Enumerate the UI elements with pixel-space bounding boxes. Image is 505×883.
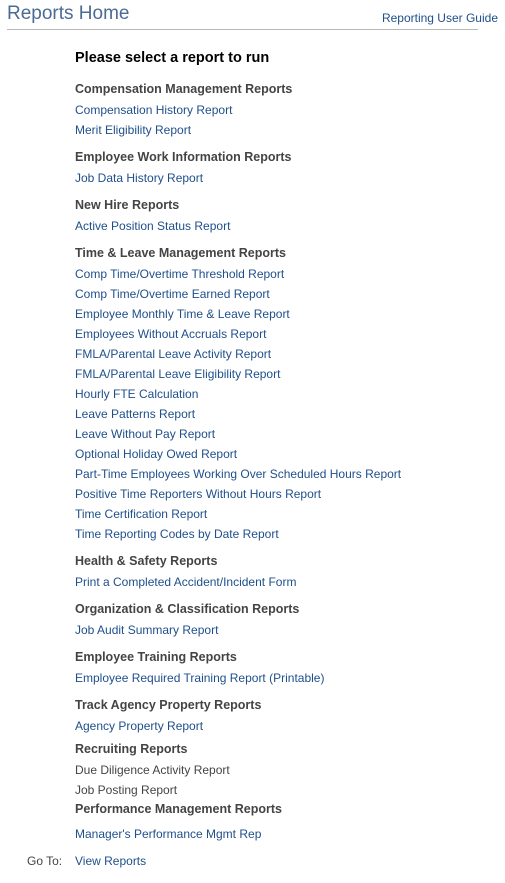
- report-link-job-data-history-report[interactable]: Job Data History Report: [75, 170, 203, 186]
- report-link-comp-time-overtime-earned-report[interactable]: Comp Time/Overtime Earned Report: [75, 286, 270, 302]
- report-link-merit-eligibility-report[interactable]: Merit Eligibility Report: [75, 122, 191, 138]
- report-link-leave-without-pay-report[interactable]: Leave Without Pay Report: [75, 426, 215, 442]
- report-link-positive-time-reporters-without-hours-report[interactable]: Positive Time Reporters Without Hours Re…: [75, 486, 321, 502]
- report-link-print-a-completed-accident-incident-form[interactable]: Print a Completed Accident/Incident Form: [75, 574, 296, 590]
- report-link-part-time-employees-working-over-scheduled-hours-report[interactable]: Part-Time Employees Working Over Schedul…: [75, 466, 401, 482]
- report-link-hourly-fte-calculation[interactable]: Hourly FTE Calculation: [75, 386, 198, 402]
- section-heading-employee-work-information-reports: Employee Work Information Reports: [75, 150, 292, 164]
- section-heading-compensation-management-reports: Compensation Management Reports: [75, 82, 293, 96]
- page-title: Reports Home: [7, 3, 130, 24]
- report-link-time-reporting-codes-by-date-report[interactable]: Time Reporting Codes by Date Report: [75, 526, 279, 542]
- section-heading-time-leave-management-reports: Time & Leave Management Reports: [75, 246, 286, 260]
- report-link-fmla-parental-leave-eligibility-report[interactable]: FMLA/Parental Leave Eligibility Report: [75, 366, 280, 382]
- section-heading-health-safety-reports: Health & Safety Reports: [75, 554, 218, 568]
- title-divider: [7, 29, 478, 30]
- report-link-leave-patterns-report[interactable]: Leave Patterns Report: [75, 406, 195, 422]
- section-heading-recruiting-reports: Recruiting Reports: [75, 742, 188, 756]
- section-heading-organization-classification-reports: Organization & Classification Reports: [75, 602, 300, 616]
- select-report-prompt: Please select a report to run: [75, 50, 270, 66]
- report-link-active-position-status-report[interactable]: Active Position Status Report: [75, 218, 230, 234]
- view-reports-link[interactable]: View Reports: [75, 853, 146, 869]
- report-link-agency-property-report[interactable]: Agency Property Report: [75, 718, 203, 734]
- report-link-employees-without-accruals-report[interactable]: Employees Without Accruals Report: [75, 326, 266, 342]
- report-link-comp-time-overtime-threshold-report[interactable]: Comp Time/Overtime Threshold Report: [75, 266, 284, 282]
- section-heading-new-hire-reports: New Hire Reports: [75, 198, 180, 212]
- report-link-compensation-history-report[interactable]: Compensation History Report: [75, 102, 232, 118]
- section-heading-performance-management-reports: Performance Management Reports: [75, 802, 283, 816]
- report-link-optional-holiday-owed-report[interactable]: Optional Holiday Owed Report: [75, 446, 237, 462]
- section-heading-employee-training-reports: Employee Training Reports: [75, 650, 237, 664]
- reporting-user-guide-link[interactable]: Reporting User Guide: [382, 11, 498, 25]
- report-item-due-diligence-activity-report: Due Diligence Activity Report: [75, 763, 230, 777]
- report-link-fmla-parental-leave-activity-report[interactable]: FMLA/Parental Leave Activity Report: [75, 346, 271, 362]
- report-link-employee-monthly-time-leave-report[interactable]: Employee Monthly Time & Leave Report: [75, 306, 290, 322]
- report-item-job-posting-report: Job Posting Report: [75, 783, 178, 797]
- section-heading-track-agency-property-reports: Track Agency Property Reports: [75, 698, 262, 712]
- report-link-job-audit-summary-report[interactable]: Job Audit Summary Report: [75, 622, 218, 638]
- report-link-manager-s-performance-mgmt-rep[interactable]: Manager's Performance Mgmt Rep: [75, 826, 261, 842]
- report-link-time-certification-report[interactable]: Time Certification Report: [75, 506, 207, 522]
- report-link-employee-required-training-report-printable[interactable]: Employee Required Training Report (Print…: [75, 670, 324, 686]
- goto-label: Go To:: [27, 854, 63, 868]
